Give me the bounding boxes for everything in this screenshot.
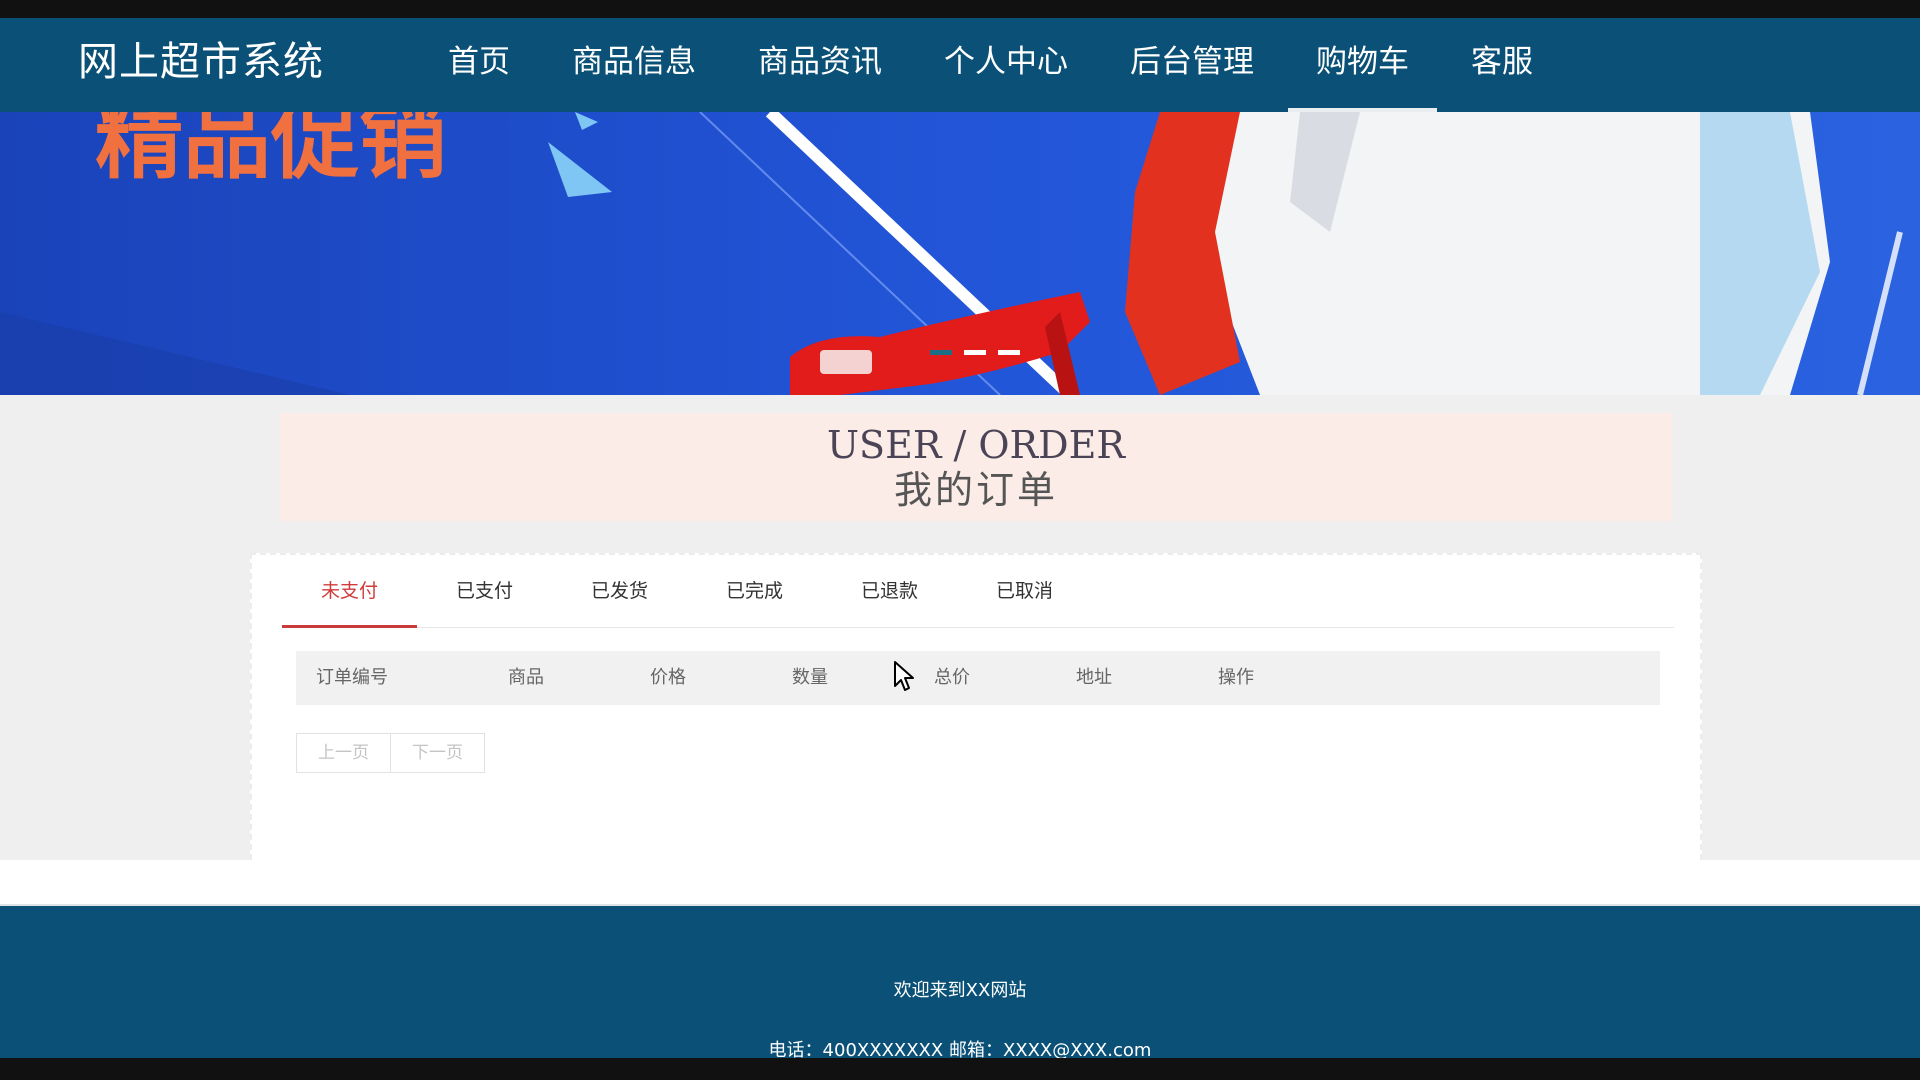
site-logo[interactable]: 网上超市系统 (78, 18, 324, 112)
tab-cancelled[interactable]: 已取消 (957, 555, 1092, 627)
video-frame-bottom (0, 1058, 1920, 1080)
main-nav: 首页 商品信息 商品资讯 个人中心 后台管理 购物车 客服 (420, 18, 1567, 112)
page-title: USER / ORDER 我的订单 (280, 413, 1672, 521)
nav-cart[interactable]: 购物车 (1288, 18, 1437, 112)
prev-page-button[interactable]: 上一页 (296, 733, 391, 773)
footer-contact-text: 电话：400XXXXXXX 邮箱：XXXX@XXX.com (768, 1040, 1152, 1058)
column-product: 商品 (508, 667, 544, 688)
page-title-cn: 我的订单 (893, 468, 1058, 512)
nav-product-info[interactable]: 商品信息 (544, 18, 724, 112)
banner-slogan: 精品促销 (95, 112, 447, 191)
pagination: 上一页 下一页 (296, 733, 485, 773)
column-total: 总价 (934, 667, 970, 688)
nav-admin[interactable]: 后台管理 (1102, 18, 1282, 112)
column-price: 价格 (650, 667, 686, 688)
tab-refunded[interactable]: 已退款 (822, 555, 957, 627)
column-address: 地址 (1076, 667, 1112, 688)
video-frame-top (0, 0, 1920, 18)
carousel-dot-2[interactable] (964, 350, 986, 355)
order-status-tabs: 未支付 已支付 已发货 已完成 已退款 已取消 (282, 555, 1674, 628)
mouse-cursor-icon (894, 661, 914, 691)
tab-unpaid[interactable]: 未支付 (282, 555, 417, 628)
nav-personal-center[interactable]: 个人中心 (916, 18, 1096, 112)
page-title-en: USER / ORDER (827, 423, 1125, 467)
footer-welcome-text: 欢迎来到XX网站 (893, 980, 1027, 1001)
carousel-dot-1[interactable] (930, 350, 952, 355)
nav-home[interactable]: 首页 (420, 18, 538, 112)
tab-completed[interactable]: 已完成 (687, 555, 822, 627)
nav-product-news[interactable]: 商品资讯 (730, 18, 910, 112)
site-footer: 欢迎来到XX网站 电话：400XXXXXXX 邮箱：XXXX@XXX.com (0, 906, 1920, 1058)
main-content: USER / ORDER 我的订单 未支付 已支付 已发货 已完成 已退款 已取… (0, 395, 1920, 860)
tab-paid[interactable]: 已支付 (417, 555, 552, 627)
promo-banner[interactable]: 精品促销 (0, 112, 1920, 395)
column-actions: 操作 (1218, 667, 1254, 688)
content-divider (0, 860, 1920, 906)
carousel-indicators (930, 350, 1020, 355)
order-table-header: 订单编号 商品 价格 数量 总价 地址 操作 (296, 651, 1660, 705)
nav-customer-service[interactable]: 客服 (1443, 18, 1561, 112)
next-page-button[interactable]: 下一页 (390, 733, 485, 773)
column-order-number: 订单编号 (316, 667, 388, 688)
tab-shipped[interactable]: 已发货 (552, 555, 687, 627)
carousel-dot-3[interactable] (998, 350, 1020, 355)
order-panel: 未支付 已支付 已发货 已完成 已退款 已取消 订单编号 商品 价格 数量 总价… (250, 553, 1702, 860)
top-navbar: 网上超市系统 首页 商品信息 商品资讯 个人中心 后台管理 购物车 客服 (0, 18, 1920, 112)
